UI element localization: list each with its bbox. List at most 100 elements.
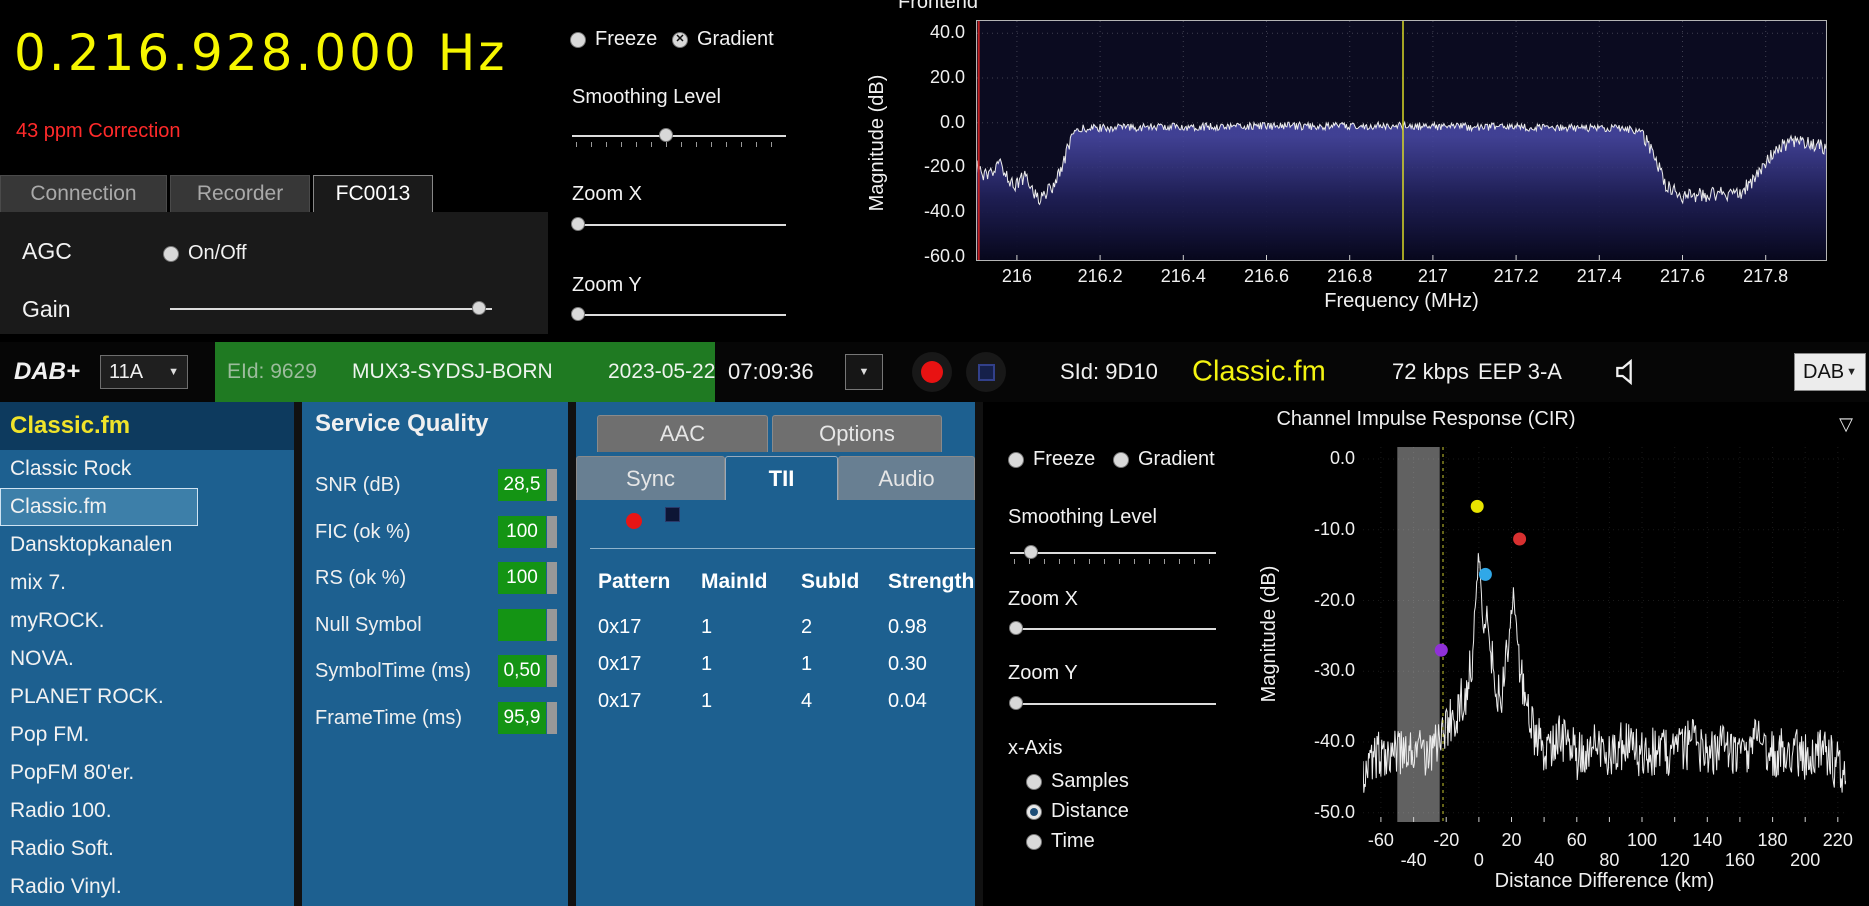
x-tick-label: 200 [1790, 850, 1821, 870]
collapse-icon[interactable]: ▽ [1839, 414, 1853, 435]
cir-gradient-toggle[interactable]: Gradient [1113, 448, 1215, 471]
tuner-tab-content: AGC On/Off Gain [0, 212, 548, 334]
zoom-x-label: Zoom X [572, 183, 643, 205]
tuner-tab-connection[interactable]: Connection [0, 175, 167, 212]
service-item[interactable]: Classic Rock [0, 450, 294, 488]
tuner-tab-fc0013[interactable]: FC0013 [313, 175, 433, 212]
tab-sync[interactable]: Sync [576, 456, 725, 500]
quality-row-label: Null Symbol [315, 613, 422, 636]
splitter[interactable] [568, 402, 576, 906]
tii-column-header: Strength [888, 570, 975, 593]
agc-toggle[interactable]: On/Off [163, 242, 247, 265]
service-item[interactable]: Radio Vinyl. [0, 868, 294, 906]
splitter[interactable] [294, 402, 302, 906]
x-tick-label: 217.8 [1743, 266, 1789, 286]
service-item[interactable]: Radio Soft. [0, 830, 294, 868]
sync-indicator-dot [626, 513, 642, 529]
service-quality-panel: Service Quality SNR (dB) 28,5 FIC (ok %) 10… [302, 402, 568, 906]
quality-value-badge: 95,9 [498, 701, 546, 734]
y-tick-label: -60.0 [923, 245, 965, 266]
tab-tii[interactable]: TII [725, 456, 838, 500]
tii-cell: 4 [801, 690, 813, 712]
channel-selector[interactable]: 11A ▼ [100, 355, 188, 389]
tab-aac[interactable]: AAC [597, 415, 768, 452]
slider-thumb[interactable] [1009, 621, 1024, 635]
freeze-toggle[interactable]: Freeze [570, 28, 657, 51]
speaker-icon[interactable] [1612, 356, 1644, 388]
y-tick-label: -30.0 [1313, 660, 1355, 681]
tuner-tab-recorder[interactable]: Recorder [170, 175, 310, 212]
protection-label: EEP 3-A [1478, 359, 1562, 384]
gradient-toggle[interactable]: ✕ Gradient [672, 28, 774, 51]
quality-row-label: FrameTime (ms) [315, 706, 463, 729]
slider-track [170, 308, 492, 310]
quality-row: FIC (ok %) 100 [315, 515, 558, 549]
y-tick-label: -20.0 [1313, 589, 1355, 610]
quality-row: SNR (dB) 28,5 [315, 468, 558, 502]
gain-slider[interactable] [170, 299, 492, 321]
splitter[interactable] [975, 402, 983, 906]
service-item[interactable]: Classic.fm [0, 488, 198, 526]
service-item[interactable]: Radio 100. [0, 792, 294, 830]
record-button[interactable] [912, 352, 952, 392]
tii-cell: 0x17 [598, 653, 642, 675]
smoothing-slider[interactable] [572, 126, 786, 148]
radio-icon [1113, 451, 1129, 468]
cir-freeze-toggle[interactable]: Freeze [1008, 448, 1095, 471]
quality-value-badge: 100 [498, 515, 546, 548]
y-tick-label: -40.0 [1313, 731, 1355, 752]
spectrum-plot[interactable] [976, 20, 1827, 261]
cir-zoom-x-slider[interactable] [1009, 619, 1216, 641]
xaxis-option-samples[interactable]: Samples [1026, 770, 1129, 793]
ensemble-info: EId: 9629 MUX3-SYDSJ-BORN 2023-05-22 [215, 342, 715, 402]
slider-thumb[interactable] [1009, 696, 1024, 710]
slider-thumb[interactable] [571, 307, 586, 321]
cir-y-axis-label: Magnitude (dB) [1258, 565, 1280, 703]
y-tick-label: -40.0 [923, 201, 965, 222]
quality-badge-strip [547, 608, 557, 641]
tab-audio[interactable]: Audio [838, 456, 975, 500]
cir-zoom-y-label: Zoom Y [1008, 662, 1078, 684]
y-tick-label: 0.0 [1329, 448, 1355, 469]
xaxis-option-label: Time [1051, 830, 1095, 852]
slider-thumb[interactable] [659, 128, 674, 142]
quality-row-label: SymbolTime (ms) [315, 660, 471, 682]
freeze-label: Freeze [595, 28, 658, 50]
gradient-label: Gradient [697, 28, 774, 50]
zoom-x-slider[interactable] [571, 215, 786, 237]
service-item[interactable]: NOVA. [0, 640, 294, 678]
cir-plot[interactable] [1363, 447, 1846, 822]
radio-icon [570, 31, 586, 48]
tab-options[interactable]: Options [772, 415, 942, 452]
tii-column-header: MainId [701, 570, 768, 593]
service-id: SId: 9D10 [1060, 359, 1158, 384]
slider-thumb[interactable] [1023, 545, 1038, 559]
service-item[interactable]: mix 7. [0, 564, 294, 602]
date-label: 2023-05-22 [608, 360, 716, 383]
chevron-down-icon: ▼ [858, 366, 870, 378]
tii-cell: 0.98 [888, 616, 927, 638]
output-selector[interactable]: DAB ▼ [1794, 353, 1866, 391]
cir-smoothing-slider[interactable] [1010, 543, 1216, 565]
service-item[interactable]: Dansktopkanalen [0, 526, 294, 564]
cir-zoom-y-slider[interactable] [1009, 694, 1216, 716]
xaxis-option-distance[interactable]: Distance [1026, 800, 1129, 823]
service-item[interactable]: myROCK. [0, 602, 294, 640]
service-item[interactable]: PLANET ROCK. [0, 678, 294, 716]
slider-thumb[interactable] [571, 217, 586, 231]
quality-value-badge: 28,5 [498, 469, 546, 501]
spectrum-controls-panel: Freeze ✕ Gradient Smoothing Level Zoom X… [548, 0, 834, 342]
x-tick-label: 217 [1417, 266, 1448, 286]
spectrum-title: Frontend [898, 0, 979, 13]
tii-column-header: SubId [801, 570, 860, 593]
xaxis-option-time[interactable]: Time [1026, 830, 1095, 853]
stop-button[interactable] [966, 352, 1006, 392]
service-item[interactable]: PopFM 80'er. [0, 754, 294, 792]
dropdown-button[interactable]: ▼ [845, 354, 883, 390]
slider-thumb[interactable] [472, 301, 487, 315]
quality-row: SymbolTime (ms) 0,50 [315, 654, 558, 688]
current-service: Classic.fm [1192, 355, 1326, 388]
y-tick-label: 0.0 [939, 111, 965, 132]
service-item[interactable]: Pop FM. [0, 716, 294, 754]
zoom-y-slider[interactable] [571, 305, 786, 327]
